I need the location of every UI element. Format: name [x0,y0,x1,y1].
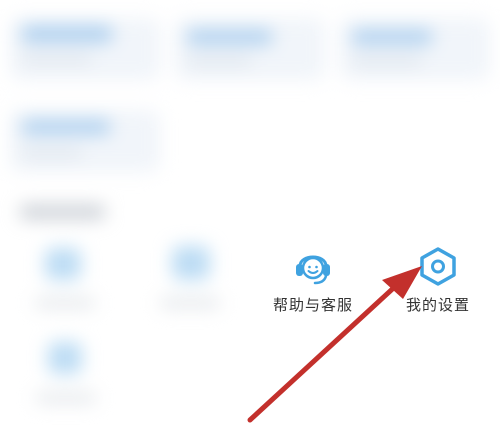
red-pointer-arrow [247,266,422,423]
